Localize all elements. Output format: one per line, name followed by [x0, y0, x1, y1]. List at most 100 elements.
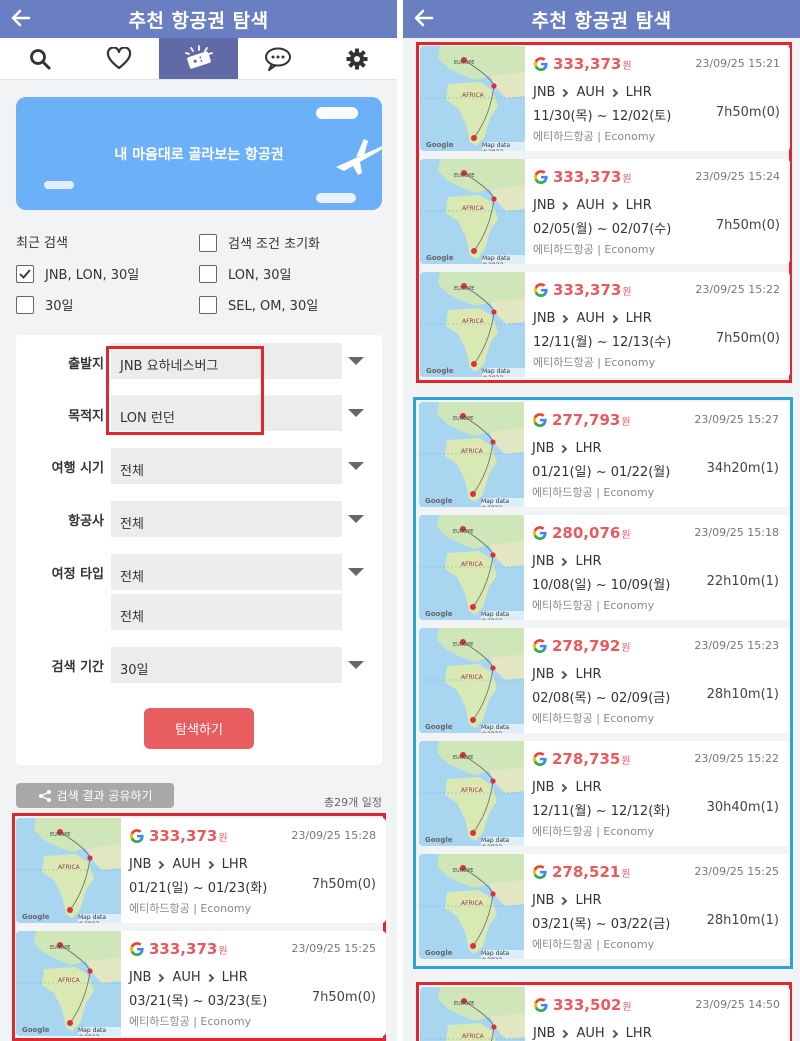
route-map-thumbnail: EUROPE AFRICA Google Map data ©2022: [419, 515, 524, 620]
banner-text: 내 마음대로 골라보는 항공권: [114, 146, 284, 163]
highlight-box: [106, 346, 264, 435]
checkbox[interactable]: [199, 295, 217, 314]
tab-search[interactable]: [0, 38, 79, 79]
period-select[interactable]: 전체: [111, 448, 342, 484]
map-attribution: Map data ©2023: [78, 1027, 121, 1036]
google-logo-icon: [533, 413, 547, 428]
trip-type-select-2[interactable]: 전체: [111, 594, 342, 630]
route-airport: JNB: [532, 441, 555, 456]
checkbox[interactable]: [199, 233, 217, 252]
chevron-right-icon: [156, 860, 165, 869]
tab-recommend[interactable]: [158, 38, 239, 79]
travel-dates: 02/08(목) ~ 02/09(금): [532, 691, 671, 706]
flight-card[interactable]: EUROPE AFRICA Google Map data ©2023 333,373원…: [420, 46, 790, 151]
route-airport: JNB: [533, 311, 556, 326]
tab-favorites[interactable]: [79, 38, 158, 79]
flight-card[interactable]: EUROPEAFRICAGoogle333,502원23/09/25 14:50…: [420, 987, 790, 1041]
checkbox[interactable]: [16, 264, 34, 283]
google-logo-icon: [534, 283, 548, 298]
checkmark-icon: [19, 268, 31, 279]
flight-route: JNB LHR: [532, 441, 602, 456]
search-timestamp: 23/09/25 15:22: [694, 752, 779, 765]
right-screen: 추천 항공권 탐색 EUROPE AFRICA Google Map data ©20…: [403, 0, 800, 1041]
map-label-africa: AFRICA: [462, 318, 484, 325]
map-label-europe: EUROPE: [453, 755, 474, 761]
chevron-down-icon[interactable]: [348, 462, 364, 470]
map-attribution: Map data ©2023: [78, 914, 121, 923]
search-form: 출발지 JNB 요하네스버그 목적지 LON 런던 여행 시기 전체 항공사 전…: [16, 335, 382, 765]
google-logo-icon: [533, 865, 547, 880]
flight-route: JNB LHR: [532, 554, 602, 569]
reset-filters-checkbox[interactable]: 검색 조건 초기화: [199, 233, 320, 252]
chevron-down-icon[interactable]: [348, 357, 364, 365]
back-arrow-icon[interactable]: [413, 7, 435, 29]
flight-card[interactable]: EUROPE AFRICA Google Map data ©2022 277,793원…: [419, 402, 789, 507]
flight-card[interactable]: EUROPE AFRICA Google Map data ©2023 333,373원…: [420, 272, 790, 377]
route-airport: LHR: [221, 857, 248, 872]
search-timestamp: 23/09/25 14:50: [695, 998, 780, 1011]
origin-label: 출발지: [68, 357, 104, 372]
recent-search-item[interactable]: LON, 30일: [199, 264, 292, 283]
chevron-down-icon[interactable]: [348, 661, 364, 669]
map-attribution: Map data ©2023: [482, 255, 525, 264]
google-logo-icon: [533, 752, 547, 767]
google-watermark: Google: [425, 836, 453, 844]
flight-card[interactable]: EUROPE AFRICA Google Map data ©2022 278,521원…: [419, 854, 789, 959]
flight-card[interactable]: EUROPE AFRICA Google Map data ©2022 278,792원…: [419, 628, 789, 733]
map-label-europe: EUROPE: [454, 173, 475, 179]
chevron-down-icon[interactable]: [348, 568, 364, 576]
map-label-europe: EUROPE: [453, 868, 474, 874]
route-airport: AUH: [576, 85, 605, 100]
recent-search-item[interactable]: JNB, LON, 30일: [16, 264, 139, 283]
checkbox-label: 검색 조건 초기화: [228, 237, 320, 252]
share-results-button[interactable]: 검색 결과 공유하기: [16, 783, 174, 808]
checkbox[interactable]: [199, 264, 217, 283]
tab-chat[interactable]: [238, 38, 317, 79]
flight-duration: 7h50m(0): [715, 331, 780, 346]
flight-card[interactable]: EUROPE AFRICA Google Map data ©2023 333,373원…: [420, 159, 790, 264]
recent-search-label: 최근 검색: [16, 236, 68, 251]
google-logo-icon: [533, 639, 547, 654]
travel-dates: 03/21(목) ~ 03/23(토): [129, 994, 268, 1009]
promo-banner[interactable]: 내 마음대로 골라보는 항공권: [16, 97, 382, 210]
route-map-thumbnail: EUROPE AFRICA Google Map data ©2023: [16, 931, 121, 1036]
checkbox[interactable]: [16, 295, 34, 314]
airline-select[interactable]: 전체: [111, 501, 342, 537]
tab-settings[interactable]: [318, 38, 397, 79]
flight-duration: 22h10m(1): [706, 574, 779, 589]
recent-search-item[interactable]: SEL, OM, 30일: [199, 295, 318, 314]
search-range-select[interactable]: 30일: [111, 647, 342, 683]
chevron-right-icon: [609, 314, 618, 323]
flight-duration: 7h50m(0): [311, 877, 376, 892]
map-label-africa: AFRICA: [462, 1033, 484, 1040]
flight-card[interactable]: EUROPE AFRICA Google Map data ©2022 278,735원…: [419, 741, 789, 846]
trip-type-select[interactable]: 전체: [111, 554, 342, 590]
map-attribution: Map data ©2022: [481, 611, 524, 620]
airline-class: 에티하드항공 | Economy: [129, 1015, 252, 1028]
map-label-africa: AFRICA: [462, 205, 484, 212]
flight-duration: 34h20m(1): [706, 461, 779, 476]
back-arrow-icon[interactable]: [10, 7, 32, 29]
chevron-down-icon[interactable]: [348, 409, 364, 417]
google-logo-icon: [534, 57, 548, 72]
route-airport: LHR: [575, 780, 602, 795]
flight-card[interactable]: EUROPE AFRICA Google Map data ©2023 333,373원…: [16, 818, 386, 923]
airline-class: 에티하드항공 | Economy: [532, 825, 655, 838]
flight-card[interactable]: EUROPE AFRICA Google Map data ©2022 280,076원…: [419, 515, 789, 620]
search-range-label: 검색 기간: [51, 660, 104, 675]
search-timestamp: 23/09/25 15:22: [695, 283, 780, 296]
chevron-right-icon: [156, 973, 165, 982]
route-airport: LHR: [625, 198, 652, 213]
recent-search-item[interactable]: 30일: [16, 295, 74, 314]
map-label-europe: EUROPE: [454, 286, 475, 292]
map-attribution: Map data ©2022: [481, 724, 524, 733]
checkbox-label: JNB, LON, 30일: [45, 268, 140, 283]
search-button[interactable]: 탐색하기: [144, 708, 254, 749]
chevron-down-icon[interactable]: [348, 515, 364, 523]
airline-label: 항공사: [68, 514, 104, 529]
google-watermark: Google: [22, 1026, 50, 1034]
google-watermark: Google: [426, 254, 454, 262]
flight-route: JNB LHR: [532, 780, 602, 795]
flight-card[interactable]: EUROPE AFRICA Google Map data ©2023 333,373원…: [16, 931, 386, 1036]
route-airport: AUH: [576, 1026, 605, 1041]
